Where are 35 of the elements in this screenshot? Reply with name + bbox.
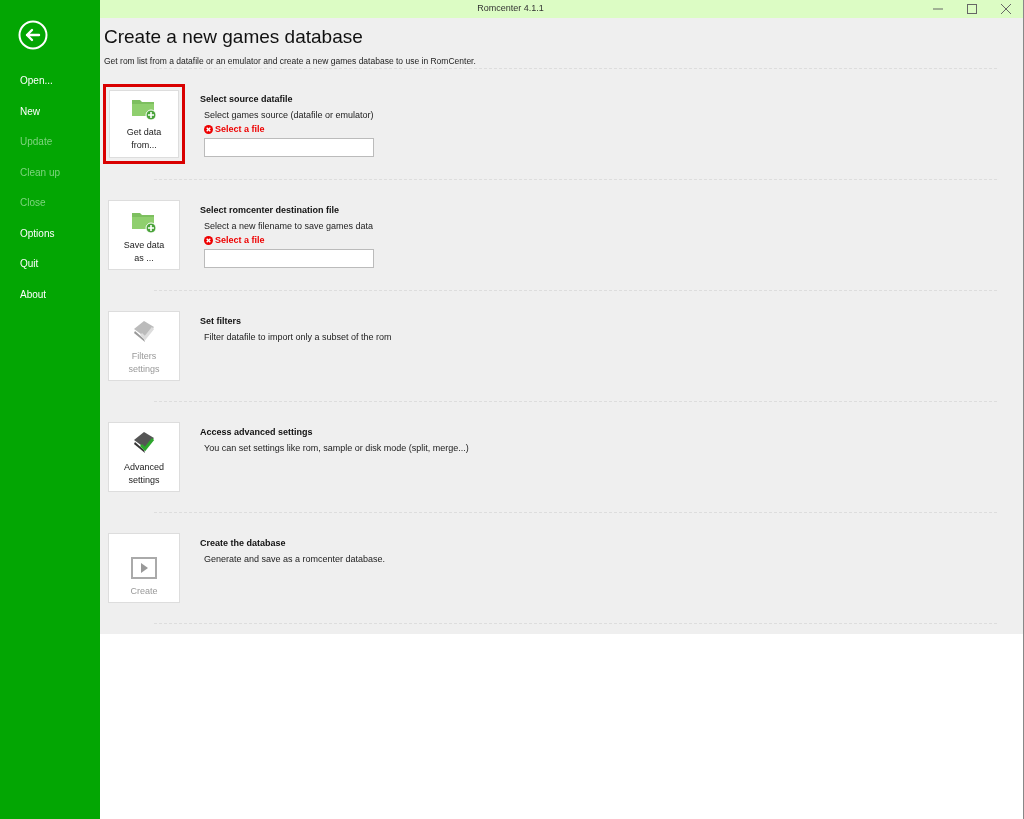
filter-check-icon <box>131 430 157 455</box>
page-title: Create a new games database <box>104 26 364 49</box>
error-message: Select a file <box>215 233 265 247</box>
step-button[interactable]: Save data as ... <box>108 199 180 270</box>
step-description: You can set settings like rom, sample or disk mode (split, merge...) <box>203 442 469 456</box>
play-icon <box>131 556 157 579</box>
step-description: Filter datafile to import only a subset of the rom <box>203 331 392 345</box>
step-heading: Access advanced settings <box>200 425 314 439</box>
sidebar-item[interactable]: Options <box>0 218 55 249</box>
step-button[interactable]: Advanced settings <box>108 421 180 492</box>
step-heading: Select source datafile <box>200 92 294 106</box>
step-description: Select a new filename to save games data <box>203 220 374 234</box>
step-heading: Create the database <box>200 536 287 550</box>
sidebar-item[interactable]: New <box>0 96 40 127</box>
sidebar-item[interactable]: Open... <box>0 66 53 97</box>
sidebar-item[interactable]: About <box>0 279 47 310</box>
error-icon <box>204 235 213 245</box>
step-description: Select games source (datafile or emulator) <box>203 109 374 123</box>
back-button[interactable] <box>18 20 48 50</box>
step-button[interactable]: Get data from... <box>103 83 185 164</box>
error-icon <box>204 124 213 134</box>
maximize-icon <box>965 3 979 15</box>
sidebar-item[interactable]: Quit <box>0 249 39 280</box>
close-icon <box>999 3 1013 15</box>
folder-add-icon <box>132 210 156 233</box>
page-subtitle: Get rom list from a datafile or an emulator and create a new games database to use in RomCenter. <box>104 54 477 68</box>
step-heading: Select romcenter destination file <box>200 203 341 217</box>
error-message: Select a file <box>215 122 265 136</box>
window-title: Romcenter 4.1.1 <box>476 2 545 16</box>
step-description: Generate and save as a romcenter database. <box>203 553 386 567</box>
filter-check-icon <box>131 319 157 344</box>
file-field[interactable] <box>204 249 374 269</box>
file-field[interactable] <box>204 138 374 158</box>
step-heading: Set filters <box>200 314 242 328</box>
folder-add-icon <box>132 97 156 120</box>
